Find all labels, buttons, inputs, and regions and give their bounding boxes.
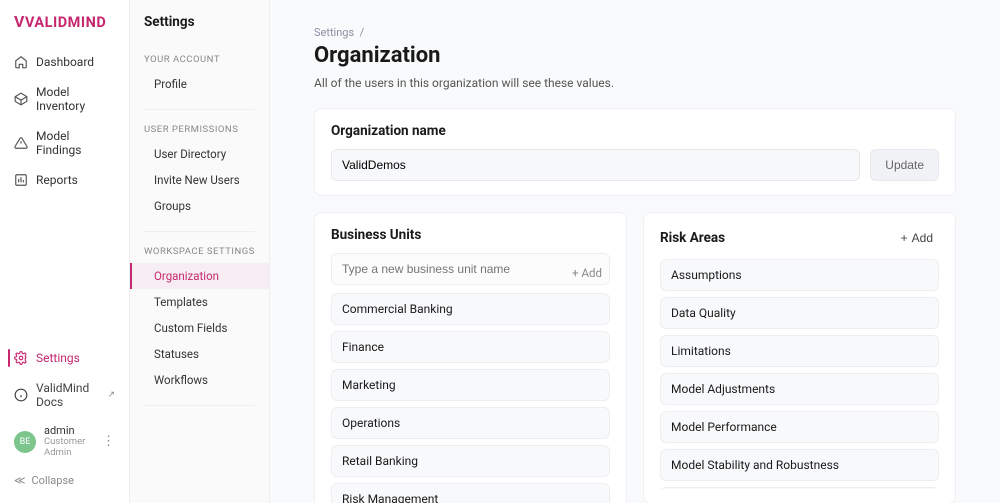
settings-nav-item[interactable]: Statuses bbox=[130, 341, 269, 367]
business-units-title: Business Units bbox=[331, 227, 610, 243]
list-item[interactable]: Assumptions bbox=[660, 259, 939, 291]
settings-section-title: WORKSPACE SETTINGS bbox=[130, 232, 269, 263]
breadcrumb: Settings / bbox=[314, 26, 956, 39]
plus-icon: + bbox=[901, 231, 908, 245]
alert-icon bbox=[14, 136, 28, 150]
page-description: All of the users in this organization wi… bbox=[314, 76, 956, 90]
org-name-input[interactable] bbox=[331, 149, 860, 181]
list-item[interactable]: Model Stability and Robustness bbox=[660, 449, 939, 481]
collapse-label: Collapse bbox=[32, 474, 74, 487]
nav-dashboard-label: Dashboard bbox=[36, 55, 94, 69]
avatar: BE bbox=[14, 431, 36, 453]
external-link-icon: ↗ bbox=[107, 390, 115, 400]
settings-nav-item[interactable]: Groups bbox=[130, 193, 269, 219]
nav-model-inventory-label: Model Inventory bbox=[36, 85, 115, 113]
nav-model-inventory[interactable]: Model Inventory bbox=[0, 77, 129, 121]
list-item[interactable]: Operations bbox=[331, 407, 610, 439]
settings-panel-title: Settings bbox=[130, 14, 269, 40]
user-role: Customer Admin bbox=[44, 437, 94, 458]
business-units-card: Business Units + Add Commercial Banking F… bbox=[314, 212, 627, 503]
business-unit-input[interactable] bbox=[331, 253, 610, 285]
business-unit-add-label: Add bbox=[582, 266, 602, 280]
brand-text: VALIDMIND bbox=[25, 14, 106, 31]
settings-panel: Settings YOUR ACCOUNTProfile USER PERMISS… bbox=[130, 0, 270, 503]
logo: VVALIDMIND bbox=[0, 12, 129, 43]
settings-section-title: USER PERMISSIONS bbox=[130, 110, 269, 141]
nav-model-findings[interactable]: Model Findings bbox=[0, 121, 129, 165]
nav-docs[interactable]: ValidMind Docs ↗ bbox=[0, 373, 129, 417]
main-content: Settings / Organization All of the users… bbox=[270, 0, 1000, 503]
info-icon bbox=[14, 388, 28, 402]
settings-nav-item[interactable]: Custom Fields bbox=[130, 315, 269, 341]
nav-model-findings-label: Model Findings bbox=[36, 129, 115, 157]
nav-reports-label: Reports bbox=[36, 173, 78, 187]
business-unit-add-inline[interactable]: + Add bbox=[572, 266, 602, 280]
nav-docs-label: ValidMind Docs bbox=[36, 381, 99, 409]
list-item[interactable]: Data Quality bbox=[660, 297, 939, 329]
page-title: Organization bbox=[314, 43, 956, 68]
risk-areas-list: Assumptions Data Quality Limitations Model … bbox=[660, 259, 939, 489]
nav-dashboard[interactable]: Dashboard bbox=[0, 47, 129, 77]
settings-nav-item[interactable]: Profile bbox=[130, 71, 269, 97]
primary-sidebar: VVALIDMIND Dashboard Model Inventory Mod… bbox=[0, 0, 130, 503]
list-item[interactable]: Commercial Banking bbox=[331, 293, 610, 325]
business-units-list: Commercial Banking Finance Marketing Operat… bbox=[331, 293, 610, 503]
settings-nav-item[interactable]: Organization bbox=[130, 263, 269, 289]
breadcrumb-root[interactable]: Settings bbox=[314, 26, 354, 39]
org-name-card: Organization name Update bbox=[314, 108, 956, 196]
list-item[interactable]: Limitations bbox=[660, 335, 939, 367]
risk-areas-add-label: Add bbox=[912, 231, 933, 245]
settings-nav-item[interactable]: Workflows bbox=[130, 367, 269, 393]
settings-nav-item[interactable]: Invite New Users bbox=[130, 167, 269, 193]
settings-nav-item[interactable]: Templates bbox=[130, 289, 269, 315]
user-meta: admin Customer Admin bbox=[44, 425, 94, 458]
chevron-left-icon: ≪ bbox=[14, 474, 26, 487]
list-item[interactable]: Finance bbox=[331, 331, 610, 363]
update-button[interactable]: Update bbox=[870, 149, 939, 181]
nav-settings[interactable]: Settings bbox=[0, 343, 129, 373]
plus-icon: + bbox=[572, 266, 579, 280]
org-name-card-title: Organization name bbox=[331, 123, 939, 139]
settings-section-title: YOUR ACCOUNT bbox=[130, 40, 269, 71]
nav-settings-label: Settings bbox=[36, 351, 80, 365]
chart-icon bbox=[14, 173, 28, 187]
more-icon[interactable]: ⋮ bbox=[102, 434, 115, 449]
main-nav: Dashboard Model Inventory Model Findings… bbox=[0, 43, 129, 199]
list-item[interactable]: Model Transparency and Explainability bbox=[660, 487, 939, 489]
list-item[interactable]: Risk Management bbox=[331, 483, 610, 503]
gear-icon bbox=[14, 351, 28, 365]
user-menu[interactable]: BE admin Customer Admin ⋮ bbox=[0, 417, 129, 466]
list-item[interactable]: Model Adjustments bbox=[660, 373, 939, 405]
collapse-sidebar[interactable]: ≪ Collapse bbox=[0, 466, 129, 495]
list-item[interactable]: Retail Banking bbox=[331, 445, 610, 477]
settings-nav-item[interactable]: User Directory bbox=[130, 141, 269, 167]
divider bbox=[144, 405, 255, 406]
cube-icon bbox=[14, 92, 28, 106]
list-item[interactable]: Model Performance bbox=[660, 411, 939, 443]
home-icon bbox=[14, 55, 28, 69]
list-item[interactable]: Marketing bbox=[331, 369, 610, 401]
nav-reports[interactable]: Reports bbox=[0, 165, 129, 195]
risk-areas-title: Risk Areas bbox=[660, 230, 725, 246]
risk-areas-add-button[interactable]: + Add bbox=[895, 227, 939, 249]
brand-logo: VVALIDMIND bbox=[14, 12, 115, 31]
risk-areas-card: Risk Areas + Add Assumptions Data Quality… bbox=[643, 212, 956, 503]
